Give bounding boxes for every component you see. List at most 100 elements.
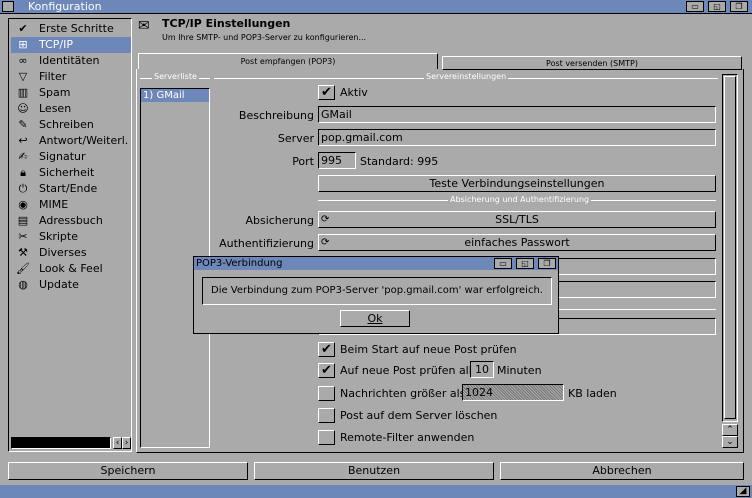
security-cycle[interactable]: ⟳ SSL/TLS bbox=[318, 211, 716, 228]
test-connection-button[interactable]: Teste Verbindungseinstellungen bbox=[318, 175, 716, 192]
page-title: TCP/IP Einstellungen bbox=[162, 17, 291, 30]
check-interval-field[interactable]: 10 bbox=[470, 361, 494, 378]
sidebar-item-schreiben[interactable]: ✎ Schreiben bbox=[11, 117, 131, 133]
pop3-dialog[interactable]: POP3-Verbindung ▭ ◱ ❐ Die Verbindung zum… bbox=[193, 256, 559, 334]
cycle-icon: ⟳ bbox=[321, 214, 330, 225]
reader-icon: ☺ bbox=[17, 102, 29, 115]
auth-label: Authentifizierung bbox=[219, 237, 314, 250]
remote-filter-checkbox[interactable] bbox=[318, 430, 335, 445]
globe-icon: ◍ bbox=[18, 278, 28, 291]
scroll-up-icon[interactable]: ⌃ bbox=[722, 424, 738, 436]
active-checkbox[interactable]: ✔ bbox=[318, 85, 335, 100]
security-label: Absicherung bbox=[245, 214, 314, 227]
sidebar-item-skripte[interactable]: ✂ Skripte bbox=[11, 229, 131, 245]
dialog-message: Die Verbindung zum POP3-Server 'pop.gmai… bbox=[202, 277, 552, 305]
sidebar-item-lesen[interactable]: ☺ Lesen bbox=[11, 101, 131, 117]
bin-icon: ▥ bbox=[17, 86, 29, 99]
eye-icon: ◉ bbox=[18, 198, 28, 211]
size-limit-checkbox[interactable] bbox=[318, 386, 335, 401]
tools-icon: ⚒ bbox=[18, 246, 28, 259]
vscroll-knob[interactable] bbox=[724, 76, 736, 419]
window-bottombar bbox=[0, 485, 752, 498]
book-icon: ▤ bbox=[17, 214, 29, 227]
page-subtitle: Um Ihre SMTP- und POP3-Server zu konfigu… bbox=[162, 33, 367, 42]
sidebar-item-signatur[interactable]: ✍ Signatur bbox=[11, 149, 131, 165]
port-label: Port bbox=[292, 155, 314, 168]
tcpip-icon: ✉ bbox=[138, 18, 150, 34]
cancel-button[interactable]: Abbrechen bbox=[500, 462, 744, 480]
size-limit-field: 1024 bbox=[462, 384, 564, 401]
scroll-down-icon[interactable]: ⌄ bbox=[722, 436, 738, 448]
signature-icon: ✍ bbox=[18, 150, 28, 163]
script-icon: ✂ bbox=[18, 230, 28, 243]
description-field[interactable]: GMail bbox=[318, 106, 716, 123]
sidebar-item-spam[interactable]: ▥ Spam bbox=[11, 85, 131, 101]
sidebar-item-filter[interactable]: ▽ Filter bbox=[11, 69, 131, 85]
depth-icon[interactable]: ❐ bbox=[538, 258, 556, 269]
remote-filter-label: Remote-Filter anwenden bbox=[340, 431, 475, 444]
kb-label: KB laden bbox=[568, 387, 617, 400]
sidebar-item-adressbuch[interactable]: ▤ Adressbuch bbox=[11, 213, 131, 229]
brush-icon: 🖌︎ bbox=[16, 262, 30, 275]
active-label: Aktiv bbox=[340, 86, 368, 99]
category-list[interactable]: ✔ Erste Schritte ⊞ TCP/IP ∞ Identitäten ▽ Fi… bbox=[8, 18, 132, 452]
sidebar-item-tcpip[interactable]: ⊞ TCP/IP bbox=[11, 37, 131, 53]
minutes-label: Minuten bbox=[497, 364, 542, 377]
port-field[interactable]: 995 bbox=[318, 152, 356, 169]
close-icon[interactable] bbox=[2, 1, 14, 12]
scroll-right-icon[interactable]: › bbox=[122, 437, 131, 449]
glasses-icon: ∞ bbox=[18, 54, 28, 67]
resize-icon[interactable]: ◢ bbox=[736, 486, 750, 497]
funnel-icon: ▽ bbox=[18, 70, 28, 83]
vscroll-track[interactable] bbox=[722, 74, 738, 422]
sidebar-item-look-feel[interactable]: 🖌︎ Look & Feel bbox=[11, 261, 131, 277]
serverlist-title: Serverliste bbox=[152, 72, 199, 81]
sidebar-item-start-ende[interactable]: ⏻ Start/Ende bbox=[11, 181, 131, 197]
delete-on-server-label: Post auf dem Server löschen bbox=[340, 409, 498, 422]
network-icon: ⊞ bbox=[18, 38, 28, 51]
size-limit-label: Nachrichten größer als bbox=[340, 387, 466, 400]
sidebar-item-mime[interactable]: ◉ MIME bbox=[11, 197, 131, 213]
tab-smtp[interactable]: Post versenden (SMTP) bbox=[442, 56, 742, 70]
depth-icon[interactable]: ❐ bbox=[730, 1, 748, 12]
sidebar-item-diverses[interactable]: ⚒ Diverses bbox=[11, 245, 131, 261]
zoom-icon[interactable]: ◱ bbox=[708, 1, 726, 12]
settings-title: Servereinstellungen bbox=[424, 72, 509, 81]
window-title: Konfiguration bbox=[28, 0, 102, 13]
dialog-title: POP3-Verbindung bbox=[196, 258, 283, 269]
server-field[interactable]: pop.gmail.com bbox=[318, 129, 716, 146]
cycle-icon: ⟳ bbox=[321, 237, 330, 248]
server-list-item[interactable]: 1) GMail bbox=[141, 89, 209, 102]
scroll-left-icon[interactable]: ‹ bbox=[113, 437, 122, 449]
power-icon: ⏻ bbox=[18, 182, 28, 195]
ok-button[interactable]: Ok bbox=[340, 310, 410, 327]
auth-cycle[interactable]: ⟳ einfaches Passwort bbox=[318, 234, 716, 251]
sidebar-item-erste-schritte[interactable]: ✔ Erste Schritte bbox=[11, 21, 131, 37]
tab-pop3[interactable]: Post empfangen (POP3) bbox=[138, 53, 438, 69]
check-icon: ✔ bbox=[18, 22, 28, 35]
delete-on-server-checkbox[interactable] bbox=[318, 408, 335, 423]
sidebar-item-identitaeten[interactable]: ∞ Identitäten bbox=[11, 53, 131, 69]
port-default: Standard: 995 bbox=[360, 155, 439, 168]
check-on-start-checkbox[interactable]: ✔ bbox=[318, 342, 335, 357]
iconify-icon[interactable]: ▭ bbox=[686, 1, 704, 12]
save-button[interactable]: Speichern bbox=[8, 462, 248, 480]
sidebar-item-sicherheit[interactable]: 🔒︎ Sicherheit bbox=[11, 165, 131, 181]
lock-icon: 🔒︎ bbox=[20, 166, 26, 179]
check-interval-checkbox[interactable]: ✔ bbox=[318, 363, 335, 378]
iconify-icon[interactable]: ▭ bbox=[494, 258, 512, 269]
description-label: Beschreibung bbox=[238, 109, 314, 122]
check-on-start-label: Beim Start auf neue Post prüfen bbox=[340, 343, 517, 356]
check-interval-label: Auf neue Post prüfen alle bbox=[340, 364, 479, 377]
auth-group-title: Absicherung und Authentifizierung bbox=[448, 195, 592, 204]
dialog-titlebar[interactable]: POP3-Verbindung ▭ ◱ ❐ bbox=[194, 257, 558, 270]
sidebar-item-antwort[interactable]: ↩ Antwort/Weiterl. bbox=[11, 133, 131, 149]
reply-icon: ↩ bbox=[18, 134, 28, 147]
pen-icon: ✎ bbox=[18, 118, 28, 131]
sidebar-item-update[interactable]: ◍ Update bbox=[11, 277, 131, 293]
use-button[interactable]: Benutzen bbox=[254, 462, 494, 480]
server-label: Server bbox=[277, 132, 314, 145]
sidebar-hscroll-track[interactable] bbox=[11, 437, 111, 449]
zoom-icon[interactable]: ◱ bbox=[516, 258, 534, 269]
window-titlebar[interactable]: Konfiguration ▭ ◱ ❐ bbox=[0, 0, 752, 14]
